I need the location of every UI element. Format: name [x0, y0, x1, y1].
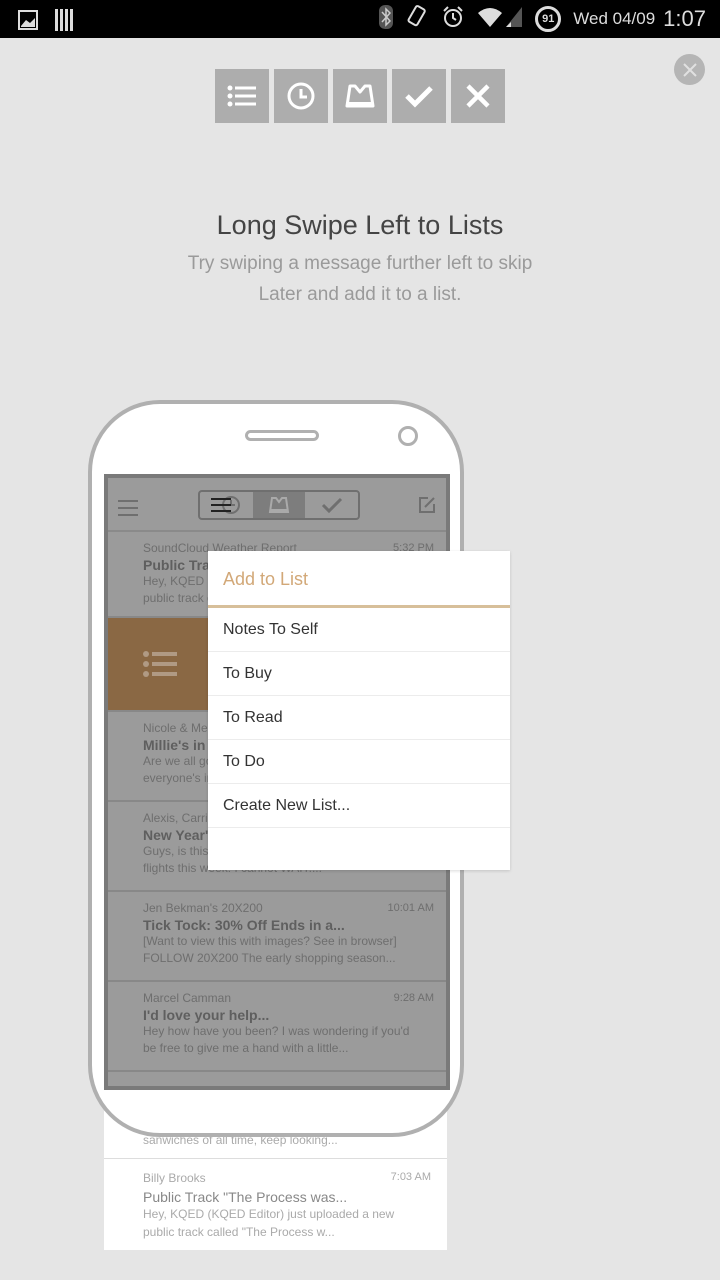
list-item: Marcel Camman 9:28 AM I'd love your help… — [108, 982, 446, 1072]
list-icon — [143, 651, 177, 677]
message-sender: Billy Brooks — [143, 1171, 206, 1185]
message-time: 7:03 AM — [390, 1171, 431, 1183]
list-option-to-buy[interactable]: To Buy — [208, 652, 510, 696]
inbox-action-button[interactable] — [333, 69, 387, 123]
phone-speaker — [245, 430, 319, 441]
list-option-notes-to-self[interactable]: Notes To Self — [208, 608, 510, 652]
list-icon — [227, 85, 256, 107]
archive-action-button[interactable] — [392, 69, 446, 123]
check-icon — [405, 86, 433, 108]
tutorial-subtitle: Try swiping a message further left to sk… — [187, 253, 533, 305]
compose-icon — [418, 496, 436, 519]
wifi-icon — [477, 6, 503, 33]
image-icon — [18, 10, 38, 35]
message-sender: Marcel Camman — [143, 991, 232, 1005]
battery-indicator: 91 — [535, 6, 562, 32]
phone-camera — [398, 426, 418, 446]
delete-action-button[interactable] — [451, 69, 505, 123]
divider — [104, 1158, 447, 1159]
message-time: 10:01 AM — [387, 902, 434, 914]
message-preview: [Want to view this with images? See in b… — [143, 934, 397, 948]
status-time: 1:07 — [663, 6, 706, 31]
barcode-icon — [54, 8, 74, 37]
lists-action-button[interactable] — [215, 69, 269, 123]
swipe-action-legend — [215, 69, 505, 123]
inbox-icon — [345, 84, 375, 108]
list-option-to-do[interactable]: To Do — [208, 740, 510, 784]
create-new-list-option[interactable]: Create New List... — [208, 784, 510, 828]
alarm-icon — [441, 5, 465, 34]
close-icon — [682, 62, 697, 77]
done-tab — [305, 492, 358, 518]
signal-icon — [505, 6, 523, 33]
add-to-list-dialog: Add to List Notes To Self To Buy To Read… — [208, 551, 510, 870]
status-date: Wed 04/09 — [573, 9, 656, 28]
menu-icon — [118, 500, 138, 521]
list-item[interactable]: Billy Brooks 7:03 AM Public Track "The P… — [104, 1171, 447, 1241]
clock-icon — [211, 496, 241, 514]
close-tutorial-button[interactable] — [674, 54, 705, 85]
tutorial-title: Long Swipe Left to Lists — [216, 210, 504, 240]
later-tab — [200, 492, 253, 518]
list-option-to-read[interactable]: To Read — [208, 696, 510, 740]
message-preview: be free to give me a hand with a little.… — [143, 1041, 349, 1055]
dialog-title: Add to List — [208, 551, 510, 608]
message-preview: public track called "The Process w... — [143, 1225, 335, 1239]
inbox-icon — [268, 497, 290, 513]
message-preview: Hey how have you been? I was wondering i… — [143, 1024, 410, 1038]
inbox-tab — [252, 492, 306, 518]
list-item: Jen Bekman's 20X200 10:01 AM Tick Tock: … — [108, 892, 446, 982]
status-bar: 91 Wed 04/09 1:07 — [0, 0, 720, 38]
message-subject: I'd love your help... — [143, 1007, 270, 1023]
x-icon — [466, 84, 490, 108]
mode-switcher — [198, 490, 360, 520]
message-preview: Hey, KQED (KQED Editor) just uploaded a … — [143, 1207, 395, 1221]
clock-icon — [287, 82, 315, 110]
rotate-icon — [405, 4, 429, 34]
check-icon — [321, 497, 342, 514]
later-action-button[interactable] — [274, 69, 328, 123]
message-time: 9:28 AM — [393, 992, 434, 1004]
message-subject: Tick Tock: 30% Off Ends in a... — [143, 917, 345, 933]
message-subject: Public Track "The Process was... — [143, 1189, 348, 1205]
bluetooth-icon — [379, 4, 394, 34]
app-header — [108, 478, 446, 532]
message-preview: FOLLOW 20X200 The early shopping season.… — [143, 951, 396, 965]
